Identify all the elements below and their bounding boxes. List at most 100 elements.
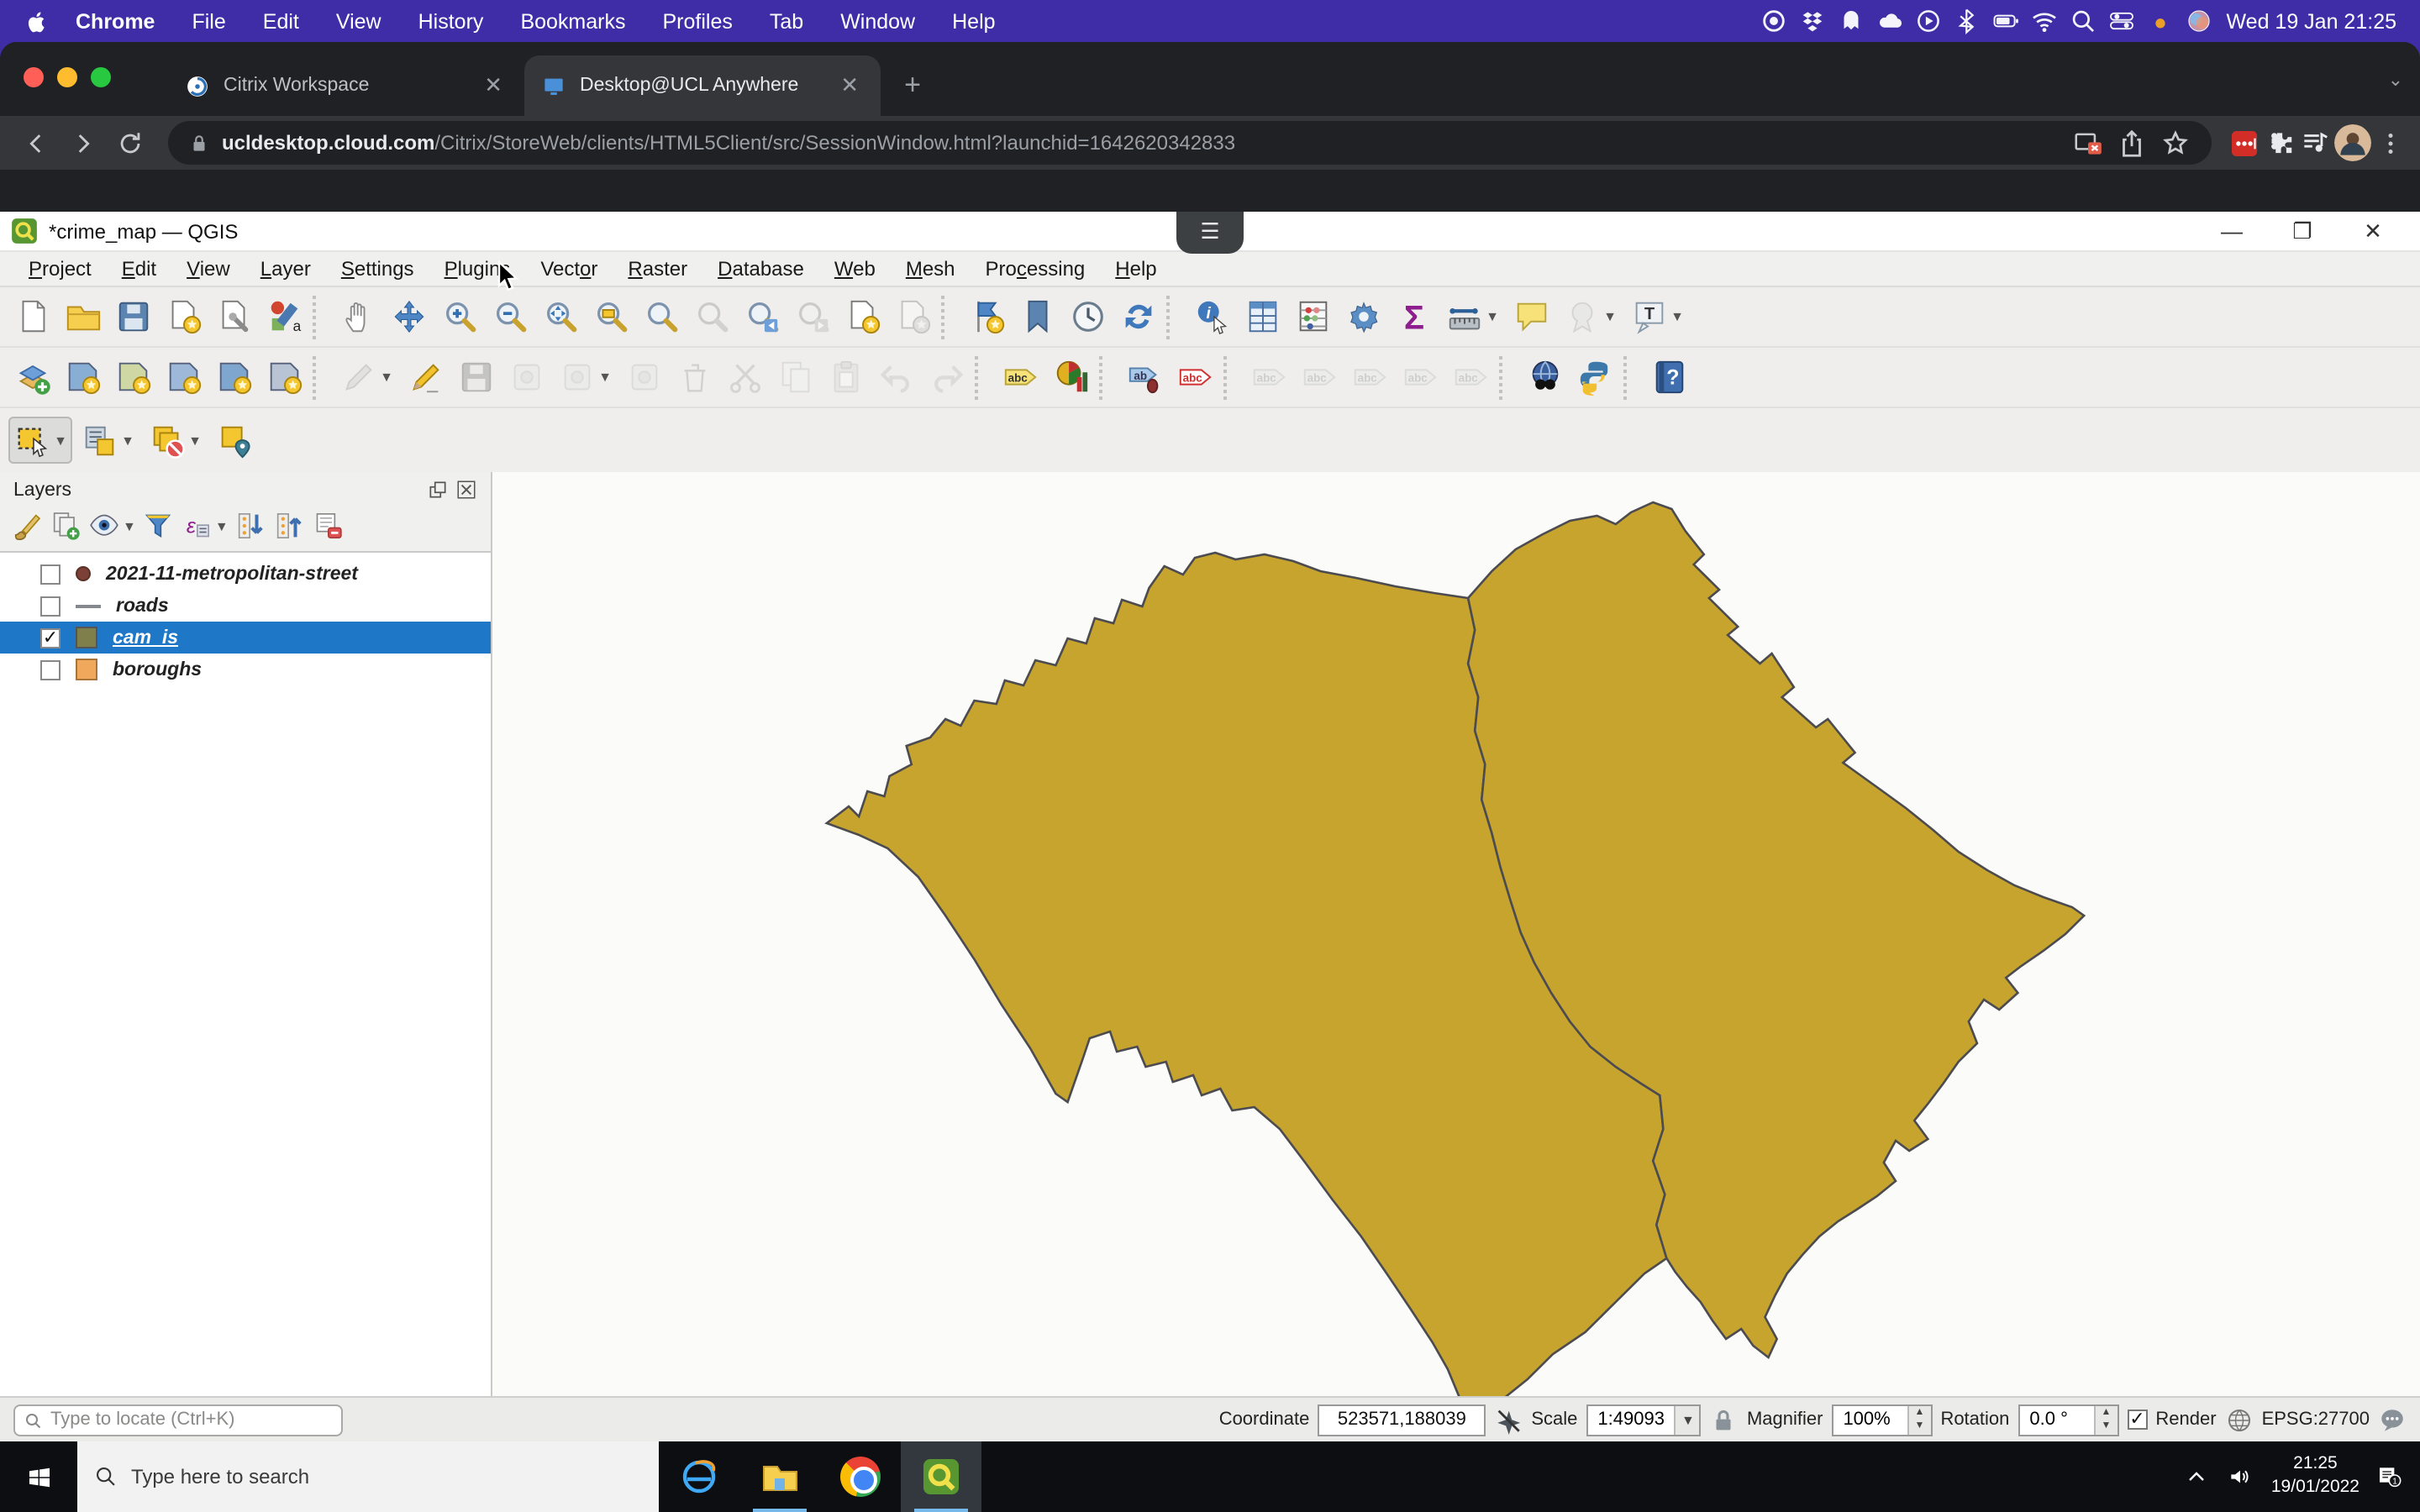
qgis-menu-vector[interactable]: Vector — [525, 257, 613, 281]
modify-attributes-button[interactable] — [620, 354, 667, 401]
cast-unavailable-icon[interactable] — [2072, 127, 2104, 159]
select-features-button[interactable]: ▼ — [8, 417, 72, 464]
render-checkbox[interactable]: ✓ — [2127, 1410, 2147, 1430]
address-bar[interactable]: ucldesktop.cloud.com/Citrix/StoreWeb/cli… — [168, 121, 2212, 165]
edit-label-button[interactable]: abc — [1447, 354, 1494, 401]
open-project-button[interactable] — [59, 293, 106, 340]
bust-icon[interactable] — [1837, 7, 1865, 35]
zoom-to-layer-button[interactable] — [637, 293, 684, 340]
panel-close-icon[interactable] — [455, 479, 477, 501]
bluetooth-icon[interactable] — [1953, 7, 1981, 35]
zoom-window-button[interactable] — [91, 67, 111, 87]
dropdown-caret-icon[interactable]: ▼ — [121, 433, 134, 448]
qgis-menu-layer[interactable]: Layer — [245, 257, 326, 281]
tab-desktop-ucl-anywhere[interactable]: Desktop@UCL Anywhere✕ — [524, 55, 881, 116]
messages-icon[interactable] — [2378, 1405, 2407, 1434]
new-annotation-button[interactable]: ▼ — [1558, 293, 1622, 340]
help-contents-button[interactable]: ? — [1645, 354, 1692, 401]
dropdown-caret-icon[interactable]: ▼ — [1670, 309, 1684, 324]
python-console-button[interactable] — [1571, 354, 1618, 401]
qgis-menu-database[interactable]: Database — [702, 257, 819, 281]
tab-close-icon[interactable]: ✕ — [835, 72, 864, 99]
media-controls-icon[interactable] — [2299, 127, 2331, 159]
macos-menu-tab[interactable]: Tab — [751, 9, 822, 33]
dropdown-caret-icon[interactable]: ▼ — [215, 518, 229, 533]
spotlight-icon[interactable] — [2069, 7, 2097, 35]
toggle-editing-button[interactable] — [402, 354, 449, 401]
identify-features-button[interactable]: i — [1188, 293, 1235, 340]
tab-close-icon[interactable]: ✕ — [479, 72, 508, 99]
macos-menu-file[interactable]: File — [173, 9, 244, 33]
forward-button[interactable] — [60, 121, 104, 165]
map-canvas[interactable] — [492, 472, 2420, 1396]
redo-button[interactable] — [923, 354, 970, 401]
dropdown-caret-icon[interactable]: ▼ — [188, 433, 202, 448]
layer-row-cam_is[interactable]: ✓cam_is — [0, 622, 491, 654]
apple-icon[interactable] — [24, 8, 50, 34]
filter-by-expression-button[interactable]: ε — [180, 509, 213, 543]
crs-globe-icon[interactable] — [2225, 1405, 2254, 1434]
zoom-in-button[interactable] — [435, 293, 482, 340]
battery-icon[interactable] — [1991, 7, 2020, 35]
locator-input[interactable]: Type to locate (Ctrl+K) — [13, 1404, 343, 1436]
move-diagram-button[interactable]: abc — [1397, 354, 1444, 401]
open-attribute-table-button[interactable] — [1239, 293, 1286, 340]
rotation-up-icon[interactable]: ▲ — [2095, 1405, 2117, 1420]
macos-clock[interactable]: Wed 19 Jan 21:25 — [2227, 9, 2396, 33]
save-layer-edits-button[interactable] — [452, 354, 499, 401]
citrix-session-menu-grabber[interactable]: ☰ — [1176, 212, 1244, 254]
highlight-pinned-labels-button[interactable]: abc — [1171, 354, 1218, 401]
orangedot-icon[interactable] — [2146, 7, 2175, 35]
dropdown-caret-icon[interactable]: ▼ — [598, 370, 612, 385]
lock-icon[interactable] — [188, 132, 210, 154]
new-print-layout-button[interactable] — [160, 293, 207, 340]
rotation-down-icon[interactable]: ▼ — [2095, 1420, 2117, 1434]
cut-features-button[interactable] — [721, 354, 768, 401]
qgis-menu-web[interactable]: Web — [819, 257, 891, 281]
current-edits-button[interactable]: ▼ — [334, 354, 398, 401]
coordinate-input[interactable]: 523571,188039 — [1318, 1404, 1486, 1436]
new-map-view-button[interactable] — [839, 293, 886, 340]
dropdown-caret-icon[interactable]: ▼ — [1603, 309, 1617, 324]
delete-selected-button[interactable] — [671, 354, 718, 401]
macos-menu-view[interactable]: View — [318, 9, 400, 33]
zoom-native-button[interactable] — [687, 293, 734, 340]
qgis-menu-edit[interactable]: Edit — [107, 257, 171, 281]
style-manager-button[interactable]: a — [260, 293, 308, 340]
start-button[interactable] — [0, 1441, 77, 1512]
text-annotation-button[interactable]: T▼ — [1625, 293, 1689, 340]
rotate-label-button[interactable]: abc — [1296, 354, 1343, 401]
pan-map-button[interactable] — [334, 293, 381, 340]
copy-features-button[interactable] — [771, 354, 818, 401]
select-features-by-value-button[interactable]: ▼ — [76, 417, 139, 464]
new-virtual-layer-button[interactable] — [210, 354, 257, 401]
dropdown-caret-icon[interactable]: ▼ — [54, 433, 67, 448]
layer-labeling-button[interactable]: abc — [997, 354, 1044, 401]
extents-toggle-icon[interactable] — [1494, 1405, 1523, 1434]
macos-menu-bookmarks[interactable]: Bookmarks — [502, 9, 644, 33]
profile-avatar[interactable] — [2334, 124, 2371, 161]
show-bookmarks-button[interactable] — [1013, 293, 1060, 340]
dropdown-caret-icon[interactable]: ▼ — [380, 370, 393, 385]
lock-scale-icon[interactable] — [1710, 1405, 1739, 1434]
show-statistics-button[interactable]: Σ — [1390, 293, 1437, 340]
taskbar-app-chrome[interactable] — [820, 1441, 901, 1512]
vertex-tool-button[interactable]: ▼ — [553, 354, 617, 401]
new-project-button[interactable] — [8, 293, 55, 340]
qgis-menu-mesh[interactable]: Mesh — [891, 257, 971, 281]
undo-button[interactable] — [872, 354, 919, 401]
zoom-last-button[interactable] — [738, 293, 785, 340]
pin-labels-button[interactable]: ab — [1121, 354, 1168, 401]
macos-menu-chrome[interactable]: Chrome — [57, 9, 173, 33]
filter-legend-button[interactable] — [141, 509, 175, 543]
new-3d-map-view-button[interactable] — [889, 293, 936, 340]
zoom-out-button[interactable] — [486, 293, 533, 340]
remove-layer-button[interactable] — [311, 509, 345, 543]
magnifier-up-icon[interactable]: ▲ — [1908, 1405, 1930, 1420]
dropbox-icon[interactable] — [1798, 7, 1827, 35]
qgis-menu-view[interactable]: View — [171, 257, 245, 281]
save-project-button[interactable] — [109, 293, 156, 340]
zoom-to-selection-button[interactable] — [587, 293, 634, 340]
tab-search-chevron-icon[interactable]: ⌄ — [2388, 69, 2403, 91]
macos-menu-profiles[interactable]: Profiles — [644, 9, 751, 33]
